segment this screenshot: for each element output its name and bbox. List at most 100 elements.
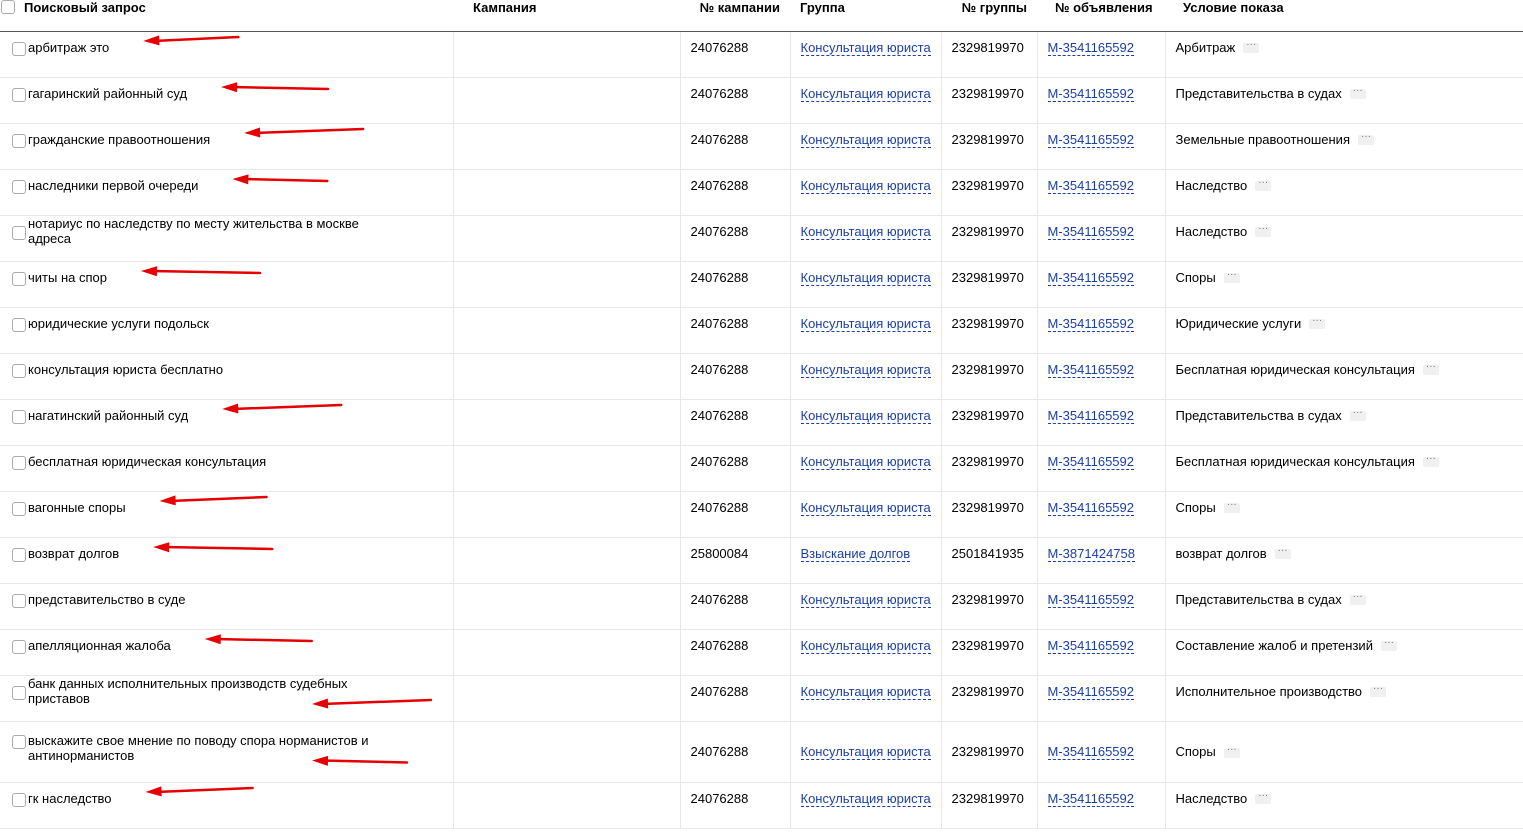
ad-number-cell: M-3871424758: [1037, 537, 1166, 584]
ellipsis-icon[interactable]: ···: [1223, 270, 1240, 284]
ad-number-link[interactable]: M-3541165592: [1047, 223, 1134, 240]
header-ad-number[interactable]: № объявления: [1037, 0, 1165, 32]
ellipsis-icon[interactable]: ···: [1223, 744, 1240, 758]
query-cell: нотариус по наследству по месту жительст…: [0, 215, 453, 262]
ellipsis-icon[interactable]: ···: [1357, 132, 1374, 146]
group-number: 2329819970: [951, 269, 1024, 285]
ad-number-cell: M-3541165592: [1037, 675, 1166, 722]
select-all-checkbox[interactable]: [1, 0, 15, 14]
query-cell: возврат долгов: [0, 537, 453, 584]
ellipsis-icon[interactable]: ···: [1349, 592, 1366, 606]
group-link[interactable]: Консультация юриста: [800, 683, 931, 700]
ellipsis-icon[interactable]: ···: [1349, 408, 1366, 422]
ad-number-link[interactable]: M-3541165592: [1047, 177, 1134, 194]
ad-number-link[interactable]: M-3541165592: [1047, 131, 1134, 148]
ad-number-link[interactable]: M-3541165592: [1047, 790, 1134, 807]
row-checkbox[interactable]: [12, 548, 26, 562]
group-link[interactable]: Консультация юриста: [800, 269, 931, 286]
row-checkbox[interactable]: [12, 410, 26, 424]
ad-number-link[interactable]: M-3871424758: [1047, 545, 1135, 562]
row-checkbox[interactable]: [12, 640, 26, 654]
ad-number-link[interactable]: M-3541165592: [1047, 361, 1134, 378]
group-link[interactable]: Консультация юриста: [800, 637, 931, 654]
campaign-cell: [452, 721, 681, 783]
group-number: 2329819970: [951, 683, 1024, 699]
row-checkbox[interactable]: [12, 364, 26, 378]
campaign-number-cell: 24076288: [680, 123, 791, 170]
table-row: бесплатная юридическая консультация 24076…: [0, 445, 1523, 492]
ellipsis-icon[interactable]: ···: [1422, 454, 1439, 468]
header-group-number[interactable]: № группы: [941, 0, 1037, 32]
ellipsis-icon[interactable]: ···: [1380, 638, 1397, 652]
ad-number-link[interactable]: M-3541165592: [1047, 499, 1134, 516]
group-number: 2329819970: [951, 361, 1024, 377]
ad-number-cell: M-3541165592: [1037, 491, 1166, 538]
row-checkbox[interactable]: [12, 134, 26, 148]
ad-number-cell: M-3541165592: [1037, 782, 1166, 829]
ad-number-link[interactable]: M-3541165592: [1047, 683, 1134, 700]
group-link[interactable]: Консультация юриста: [800, 790, 931, 807]
row-checkbox[interactable]: [12, 272, 26, 286]
ellipsis-icon[interactable]: ···: [1422, 362, 1439, 376]
group-number-cell: 2329819970: [941, 307, 1038, 354]
row-checkbox[interactable]: [12, 42, 26, 56]
ad-number-link[interactable]: M-3541165592: [1047, 637, 1134, 654]
ellipsis-icon[interactable]: ···: [1243, 40, 1260, 54]
ad-number-link[interactable]: M-3541165592: [1047, 85, 1134, 102]
ellipsis-icon[interactable]: ···: [1255, 178, 1272, 192]
ellipsis-icon[interactable]: ···: [1309, 316, 1326, 330]
ellipsis-icon[interactable]: ···: [1255, 224, 1272, 238]
row-checkbox[interactable]: [12, 734, 26, 749]
group-link[interactable]: Консультация юриста: [800, 591, 931, 608]
ad-number-link[interactable]: M-3541165592: [1047, 39, 1134, 56]
table-row: гражданские правоотношения 24076288 Консул…: [0, 123, 1523, 170]
header-campaign-number[interactable]: № кампании: [680, 0, 790, 32]
group-link[interactable]: Консультация юриста: [800, 315, 931, 332]
row-checkbox[interactable]: [12, 502, 26, 516]
group-link[interactable]: Консультация юриста: [800, 177, 931, 194]
group-number: 2329819970: [951, 131, 1024, 147]
group-link[interactable]: Консультация юриста: [800, 744, 931, 760]
ad-number-link[interactable]: M-3541165592: [1047, 269, 1134, 286]
ad-number-link[interactable]: M-3541165592: [1047, 744, 1134, 760]
group-number-cell: 2329819970: [941, 169, 1038, 216]
ellipsis-icon[interactable]: ···: [1370, 684, 1387, 698]
query-text: возврат долгов: [28, 545, 120, 561]
query-text: нагатинский районный суд: [28, 407, 189, 423]
row-checkbox[interactable]: [12, 686, 26, 700]
ellipsis-icon[interactable]: ···: [1274, 546, 1291, 560]
group-link[interactable]: Консультация юриста: [800, 131, 931, 148]
group-link[interactable]: Консультация юриста: [800, 361, 931, 378]
ellipsis-icon[interactable]: ···: [1255, 791, 1272, 805]
group-link[interactable]: Консультация юриста: [800, 39, 931, 56]
ellipsis-icon[interactable]: ···: [1223, 500, 1240, 514]
ad-number-link[interactable]: M-3541165592: [1047, 315, 1134, 332]
group-link[interactable]: Консультация юриста: [800, 407, 931, 424]
row-checkbox[interactable]: [12, 88, 26, 102]
row-checkbox[interactable]: [12, 793, 26, 807]
query-text: консультация юриста бесплатно: [28, 361, 224, 377]
condition-cell: Споры ···: [1165, 721, 1523, 783]
header-group[interactable]: Группа: [790, 0, 941, 32]
ad-number-link[interactable]: M-3541165592: [1047, 591, 1134, 608]
header-condition[interactable]: Условие показа: [1165, 0, 1523, 32]
row-checkbox[interactable]: [12, 180, 26, 194]
group-link[interactable]: Консультация юриста: [800, 223, 931, 240]
ad-number-link[interactable]: M-3541165592: [1047, 407, 1134, 424]
campaign-number-cell: 24076288: [680, 445, 791, 492]
row-checkbox[interactable]: [12, 594, 26, 608]
group-link[interactable]: Консультация юриста: [800, 499, 931, 516]
campaign-number: 24076288: [690, 591, 749, 607]
campaign-cell: [452, 445, 681, 492]
group-link[interactable]: Консультация юриста: [800, 453, 931, 470]
row-checkbox[interactable]: [12, 226, 26, 240]
ellipsis-icon[interactable]: ···: [1349, 86, 1366, 100]
table-header-row: Поисковый запрос Кампания № кампании Гру…: [0, 0, 1523, 32]
query-text: выскажите свое мнение по поводу спора но…: [28, 732, 369, 763]
group-link[interactable]: Взыскание долгов: [800, 545, 911, 562]
group-link[interactable]: Консультация юриста: [800, 85, 931, 102]
ad-number-link[interactable]: M-3541165592: [1047, 453, 1134, 470]
row-checkbox[interactable]: [12, 456, 26, 470]
row-checkbox[interactable]: [12, 318, 26, 332]
header-campaign[interactable]: Кампания: [453, 0, 680, 32]
